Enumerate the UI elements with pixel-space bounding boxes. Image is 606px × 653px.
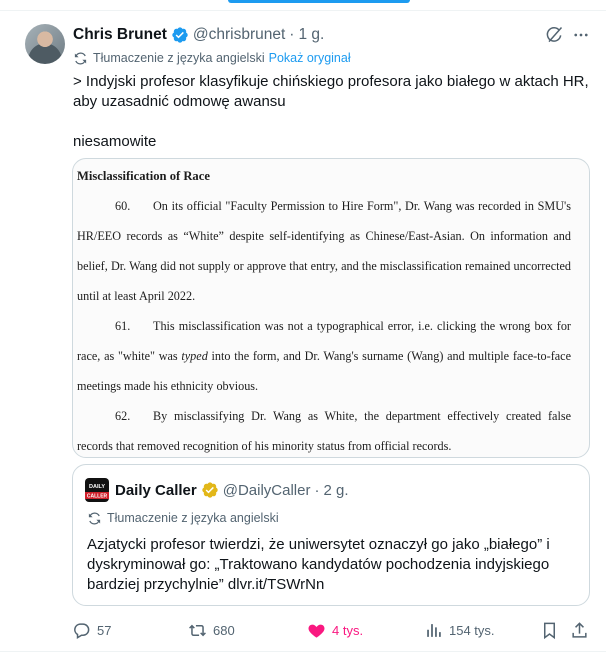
share-icon [572,621,587,638]
repost-count: 680 [213,622,235,638]
translation-notice: Tłumaczenie z języka angielski Pokaż ory… [73,50,351,66]
more-options-icon[interactable] [570,24,592,46]
heart-icon [308,624,325,638]
bookmark-button[interactable] [540,620,565,640]
author-avatar[interactable] [25,24,65,64]
document-paragraph: 61. This misclassification was not a typo… [77,311,571,401]
tweet-timestamp[interactable]: 1 g. [298,26,324,44]
reply-icon [74,622,90,639]
tweet-actions: 57 680 4 tys. 154 tys. [72,620,592,640]
translate-icon [88,512,101,524]
tweet-header: Chris Brunet @chrisbrunet · 1 g. [73,24,324,46]
author-handle[interactable]: @chrisbrunet [193,26,285,44]
like-count: 4 tys. [332,622,364,638]
attached-image[interactable]: Misclassification of Race 60. On its offi… [72,158,590,458]
paragraph-number: 60. [115,199,131,213]
bookmark-icon [543,622,556,639]
tweet-text-line: niesamowite [73,133,157,150]
bottom-divider [0,651,606,652]
quoted-header: Daily Caller @DailyCaller · 2 g. [115,478,349,502]
grok-icon[interactable] [544,25,564,45]
translate-icon [74,52,87,64]
translation-label: Tłumaczenie z języka angielski [93,51,265,65]
paragraph-number: 62. [115,409,131,423]
separator-dot: · [314,481,320,499]
separator-dot: · [289,26,295,43]
reply-count: 57 [97,622,112,638]
view-count: 154 tys. [449,622,495,638]
verified-badge-icon [172,27,188,43]
author-name[interactable]: Chris Brunet [73,26,167,44]
quoted-avatar-text-top: DAILY [89,484,105,490]
views-icon [427,623,441,637]
document-paragraph: 62. By misclassifying Dr. Wang as White, … [77,401,571,457]
gold-verified-badge-icon [202,482,218,498]
quoted-avatar-text-bottom: CALLER [87,494,108,500]
reply-button[interactable]: 57 [72,620,111,640]
top-divider [0,10,606,11]
quoted-translation-label: Tłumaczenie z języka angielski [107,511,279,525]
like-button[interactable]: 4 tys. [307,620,363,640]
tweet-text-line: > Indyjski profesor klasyfikuje chińskie… [73,73,589,110]
quoted-timestamp: 2 g. [323,481,349,499]
document-scan: Misclassification of Race 60. On its offi… [77,163,585,457]
views-button[interactable]: 154 tys. [424,620,495,640]
quoted-tweet[interactable]: DAILY CALLER Daily Caller @DailyCaller ·… [72,464,590,606]
share-button[interactable] [570,620,595,640]
quoted-translation-notice: Tłumaczenie z języka angielski [87,510,279,526]
quoted-author-name: Daily Caller [115,481,197,499]
repost-icon [189,624,206,636]
tweet-text: > Indyjski profesor klasyfikuje chińskie… [73,72,593,152]
paragraph-number: 61. [115,319,131,333]
quoted-text: Azjatycki profesor twierdzi, że uniwersy… [87,536,550,593]
show-original-link[interactable]: Pokaż oryginał [269,51,351,65]
quoted-author-handle: @DailyCaller [222,481,311,499]
repost-button[interactable]: 680 [188,620,235,640]
paragraph-italic: typed [181,349,208,363]
top-edge-accent [228,0,410,3]
document-paragraph: 60. On its official "Faculty Permission t… [77,191,571,311]
document-heading: Misclassification of Race [77,169,210,183]
quoted-avatar: DAILY CALLER [85,478,109,502]
